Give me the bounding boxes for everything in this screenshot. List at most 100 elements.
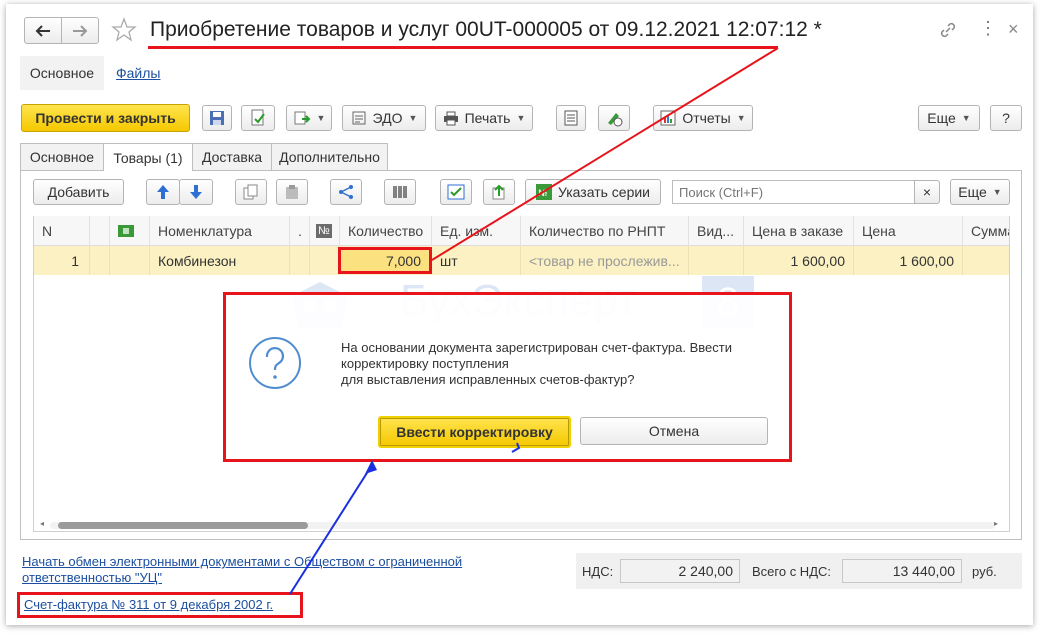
table-more-button[interactable]: Еще ▼ [950, 179, 1010, 205]
col-quantity[interactable]: Количество [340, 216, 432, 246]
row-dot [290, 246, 310, 275]
row-n: 1 [34, 246, 90, 275]
col-nomenclature[interactable]: Номенклатура [150, 216, 290, 246]
journal-icon [564, 110, 578, 126]
col-n[interactable]: N [34, 216, 90, 246]
header-label: Вид... [697, 223, 734, 239]
print-button[interactable]: Печать ▼ [435, 105, 533, 131]
chevron-down-icon: ▼ [316, 113, 326, 123]
row-quantity[interactable]: 7,000 [338, 247, 432, 274]
forward-button[interactable] [61, 17, 99, 44]
tab-goods[interactable]: Товары (1) [103, 143, 193, 171]
save-button[interactable] [202, 105, 232, 131]
question-icon [249, 337, 301, 389]
number-sign-icon: № [316, 224, 332, 238]
header-label: Ед. изм. [440, 223, 494, 239]
tab-label: Дополнительно [279, 149, 380, 165]
header-label: Цена в заказе [752, 223, 844, 239]
link-icon[interactable] [938, 20, 958, 40]
reports-label: Отчеты [682, 110, 731, 126]
move-down-button[interactable] [179, 179, 213, 205]
col-sum[interactable]: Сумма [963, 216, 1009, 246]
vat-value: 2 240,00 [678, 563, 734, 579]
move-up-button[interactable] [146, 179, 180, 205]
col-unit[interactable]: Ед. изм. [432, 216, 521, 246]
dialog-line: корректировку поступления [341, 356, 509, 371]
post-and-close-button[interactable]: Провести и закрыть [21, 104, 190, 132]
upload-green-icon [492, 184, 505, 200]
cancel-button[interactable]: Отмена [580, 417, 768, 445]
edo-exchange-link[interactable]: Начать обмен электронными документами с … [22, 554, 462, 586]
scroll-right-arrow[interactable]: ▸ [994, 519, 998, 528]
title-underline [148, 46, 778, 49]
tab-delivery[interactable]: Доставка [192, 143, 272, 170]
col-number-icon[interactable]: № [310, 216, 340, 246]
tab-additional[interactable]: Дополнительно [271, 143, 388, 170]
edo-button[interactable]: ЭДО ▼ [342, 105, 426, 131]
row-vid[interactable] [689, 246, 744, 275]
header-label: N [42, 223, 53, 239]
kebab-menu-icon[interactable]: ⋮ [979, 18, 997, 39]
invoice-link[interactable]: Счет-фактура № 311 от 9 декабря 2002 г. [24, 597, 273, 612]
col-blank[interactable] [90, 216, 110, 246]
journal-button[interactable] [556, 105, 586, 131]
vat-field: 2 240,00 [620, 559, 740, 583]
nav-main[interactable]: Основное [20, 56, 104, 90]
edit-history-button[interactable] [598, 105, 630, 131]
row-number-icon [310, 246, 340, 275]
row-price[interactable]: 1 600,00 [854, 246, 963, 275]
row-nomenclature[interactable]: Комбинезон [150, 246, 290, 275]
help-button[interactable]: ? [990, 105, 1022, 131]
header-label: Номенклатура [158, 223, 252, 239]
clear-icon: × [922, 184, 932, 200]
tab-main[interactable]: Основное [20, 143, 104, 170]
row-unit[interactable]: шт [432, 246, 521, 275]
chevron-down-icon: ▼ [516, 113, 526, 123]
col-money[interactable] [110, 216, 150, 246]
table-more-label: Еще [958, 184, 987, 200]
search-clear-button[interactable]: × [914, 180, 940, 204]
arrow-right-icon [73, 24, 88, 37]
tab-label: Доставка [201, 149, 263, 165]
page-title: Приобретение товаров и услуг 00UT-000005… [150, 18, 822, 41]
header-label: Цена [862, 223, 896, 239]
horizontal-scrollbar-thumb[interactable] [58, 522, 308, 529]
create-based-on-button[interactable]: ▼ [286, 105, 332, 131]
specify-series-button[interactable]: № Указать серии [525, 179, 661, 205]
specify-series-label: Указать серии [557, 184, 651, 200]
fill-check-button[interactable] [440, 179, 472, 205]
col-dot[interactable]: . [290, 216, 310, 246]
row-sum[interactable] [963, 246, 1009, 275]
favorite-star-icon[interactable] [111, 17, 137, 43]
post-document-icon [251, 109, 265, 126]
paste-icon [286, 185, 298, 199]
row-price-order[interactable]: 1 600,00 [744, 246, 854, 275]
add-button[interactable]: Добавить [33, 179, 124, 205]
copy-icon [243, 184, 258, 200]
close-icon[interactable]: × [1008, 19, 1019, 40]
col-price-order[interactable]: Цена в заказе [744, 216, 854, 246]
col-vid[interactable]: Вид... [689, 216, 744, 246]
svg-text:№: № [538, 189, 547, 199]
copy-row-button[interactable] [235, 179, 267, 205]
scroll-left-arrow[interactable]: ◂ [40, 519, 44, 528]
edo-icon [352, 111, 366, 125]
enter-correction-button[interactable]: Ввести корректировку [378, 416, 571, 448]
more-label: Еще [927, 110, 956, 126]
col-price[interactable]: Цена [854, 216, 963, 246]
reports-button[interactable]: Отчеты ▼ [653, 105, 753, 131]
dialog-line: На основании документа зарегистрирован с… [341, 340, 732, 355]
more-button[interactable]: Еще ▼ [918, 105, 980, 131]
col-qty-rnpt[interactable]: Количество по РНПТ [521, 216, 689, 246]
split-line-button[interactable] [330, 179, 362, 205]
nav-files[interactable]: Файлы [116, 65, 160, 81]
search-input[interactable] [672, 180, 915, 204]
share-branch-icon [339, 185, 353, 199]
back-button[interactable] [24, 17, 62, 44]
import-button[interactable] [483, 179, 515, 205]
barcode-button[interactable] [384, 179, 416, 205]
header-label: Количество [348, 223, 424, 239]
row-qty-rnpt[interactable]: <товар не прослежив... [521, 246, 689, 275]
paste-button[interactable] [276, 179, 308, 205]
post-button[interactable] [241, 105, 275, 131]
